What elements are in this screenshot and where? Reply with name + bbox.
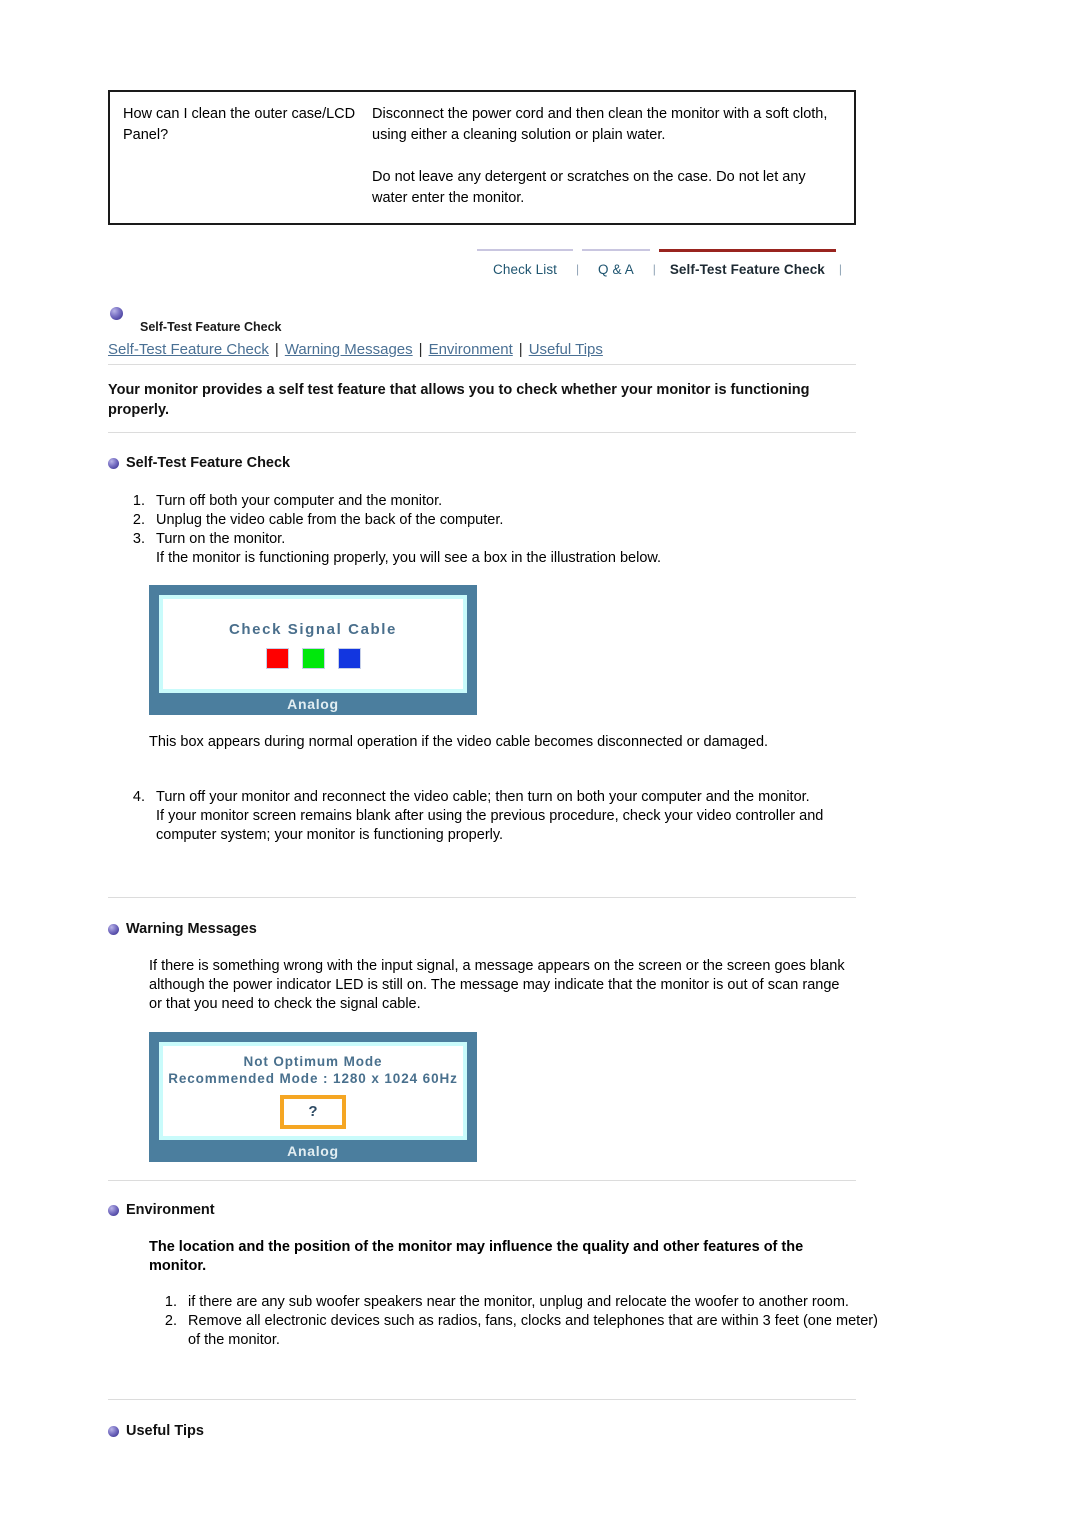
nav-link-useful-tips[interactable]: Useful Tips [529, 341, 603, 358]
list-item-text: Unplug the video cable from the back of … [156, 512, 504, 528]
faq-answer-paragraph-1: Disconnect the power cord and then clean… [372, 106, 828, 143]
self-test-step-list: 1. Turn off both your computer and the m… [118, 492, 848, 568]
self-test-step4-list: 4. Turn off your monitor and reconnect t… [118, 788, 848, 845]
list-item-continuation: If the monitor is functioning properly, … [156, 550, 662, 566]
list-item: 2. Remove all electronic devices such as… [150, 1312, 880, 1350]
nav-link-self-test-feature-check[interactable]: Self-Test Feature Check [108, 341, 269, 358]
tab-q-and-a[interactable]: Q & A [582, 249, 650, 281]
list-item-primary: Turn on the monitor. [156, 531, 286, 547]
list-item: 3. Turn on the monitor. If the monitor i… [118, 530, 848, 568]
list-item: 4. Turn off your monitor and reconnect t… [118, 788, 848, 845]
document-page: How can I clean the outer case/LCD Panel… [0, 0, 1080, 1528]
list-item-continuation: If your monitor screen remains blank aft… [156, 808, 824, 843]
osd-footer-analog: Analog [287, 696, 339, 712]
section-heading-warning-messages: Warning Messages [108, 921, 257, 937]
list-item-text: Turn on the monitor. If the monitor is f… [156, 530, 848, 568]
list-item-number: 1. [164, 1294, 177, 1310]
osd-line-not-optimum-mode: Not Optimum Mode [243, 1053, 383, 1069]
section-heading-label: Environment [126, 1202, 215, 1218]
tab-separator: | [838, 262, 842, 276]
purple-orb-icon [108, 1204, 119, 1216]
list-item-number: 2. [164, 1313, 177, 1329]
osd-swatch-red [266, 648, 288, 668]
divider [108, 1180, 856, 1181]
section-heading-label: Useful Tips [126, 1423, 204, 1439]
divider [108, 1399, 856, 1400]
faq-table: How can I clean the outer case/LCD Panel… [108, 90, 856, 225]
tab-bar: Check List | Q & A | Self-Test Feature C… [477, 249, 845, 281]
warning-messages-body: If there is something wrong with the inp… [149, 958, 845, 1012]
osd-illustration-not-optimum-mode: Not Optimum Mode Recommended Mode : 1280… [149, 1032, 477, 1162]
list-item-number: 3. [132, 531, 145, 547]
section-heading-useful-tips: Useful Tips [108, 1423, 204, 1439]
divider [108, 897, 856, 898]
list-item-text: Remove all electronic devices such as ra… [188, 1313, 878, 1348]
faq-answer-cell: Disconnect the power cord and then clean… [372, 104, 854, 209]
section-heading-label: Warning Messages [126, 921, 257, 937]
list-item: 1. if there are any sub woofer speakers … [150, 1293, 880, 1312]
list-item: 2. Unplug the video cable from the back … [118, 511, 848, 530]
self-test-note: This box appears during normal operation… [149, 734, 769, 750]
faq-question-cell: How can I clean the outer case/LCD Panel… [123, 106, 356, 143]
tab-separator: | [652, 262, 656, 276]
osd-illustration-check-signal-cable: Check Signal Cable Analog [149, 585, 477, 715]
osd-question-box: ? [280, 1094, 346, 1129]
section-nav: Self-Test Feature Check | Warning Messages… [108, 341, 856, 365]
nav-link-environment[interactable]: Environment [429, 341, 513, 358]
list-item: 1. Turn off both your computer and the m… [118, 492, 848, 511]
nav-separator: | [418, 341, 423, 358]
environment-list: 1. if there are any sub woofer speakers … [150, 1293, 880, 1350]
osd-swatch-green [302, 648, 324, 668]
tab-self-test-feature-check[interactable]: Self-Test Feature Check [658, 249, 836, 281]
osd-message-lines: Not Optimum Mode Recommended Mode : 1280… [168, 1054, 458, 1086]
osd-title: Check Signal Cable [228, 620, 397, 638]
osd-footer-analog: Analog [287, 1143, 339, 1159]
divider [108, 432, 856, 433]
nav-separator: | [518, 341, 523, 358]
osd-screen: Check Signal Cable [159, 595, 467, 693]
list-item-number: 4. [132, 789, 145, 805]
tab-check-list[interactable]: Check List [477, 249, 574, 281]
purple-orb-icon [108, 1425, 119, 1437]
nav-separator: | [274, 341, 279, 358]
list-item-text: Turn off your monitor and reconnect the … [156, 788, 848, 845]
list-item-number: 1. [132, 493, 145, 509]
list-item-text: Turn off both your computer and the moni… [156, 493, 443, 509]
osd-rgb-swatches [266, 648, 360, 668]
list-item-text: if there are any sub woofer speakers nea… [188, 1294, 849, 1310]
purple-orb-icon [108, 457, 119, 469]
osd-swatch-blue [338, 648, 360, 668]
osd-line-recommended-mode: Recommended Mode : 1280 x 1024 60Hz [168, 1070, 458, 1086]
section-heading-label: Self-Test Feature Check [126, 455, 291, 471]
nav-link-warning-messages[interactable]: Warning Messages [285, 341, 413, 358]
purple-orb-icon [110, 305, 123, 323]
list-item-primary: Turn off your monitor and reconnect the … [156, 789, 810, 805]
breadcrumb-label: Self-Test Feature Check [140, 320, 282, 334]
intro-text: Your monitor provides a self test featur… [108, 382, 810, 418]
tab-separator: | [575, 262, 580, 276]
environment-lead: The location and the position of the mon… [149, 1239, 804, 1274]
osd-screen: Not Optimum Mode Recommended Mode : 1280… [159, 1042, 467, 1140]
purple-orb-icon [108, 923, 119, 935]
list-item-number: 2. [132, 512, 145, 528]
faq-answer-paragraph-2: Do not leave any detergent or scratches … [372, 169, 806, 206]
section-heading-self-test: Self-Test Feature Check [108, 455, 290, 471]
section-heading-environment: Environment [108, 1202, 215, 1218]
